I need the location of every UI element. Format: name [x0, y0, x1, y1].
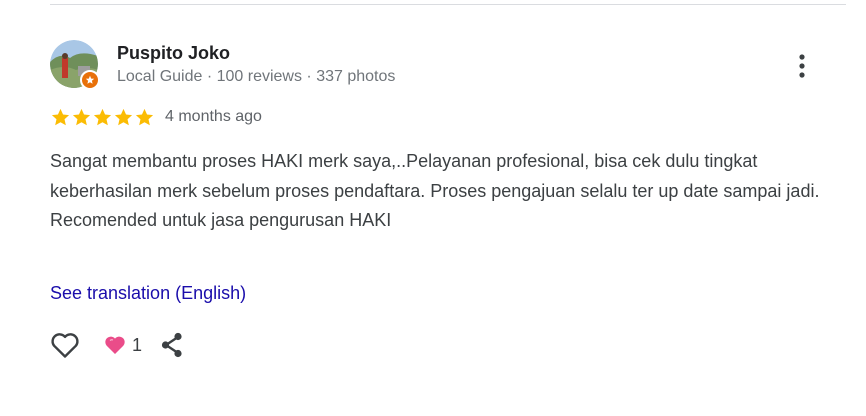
review-actions: 1 — [50, 330, 186, 360]
share-button[interactable] — [158, 330, 186, 360]
reviewer-name[interactable]: Puspito Joko — [117, 42, 230, 64]
heart-outline-icon — [51, 333, 79, 358]
review-text: Sangat membantu proses HAKI merk saya,..… — [50, 147, 820, 236]
top-divider — [50, 4, 846, 5]
star-icon — [72, 108, 91, 125]
reaction-count: 1 — [132, 334, 143, 355]
like-button[interactable] — [50, 330, 82, 360]
star-icon — [51, 108, 70, 125]
star-icon — [114, 108, 133, 125]
review-card: Puspito Joko Local Guide · 100 reviews ·… — [50, 40, 846, 400]
more-options-button[interactable] — [788, 48, 816, 84]
review-date: 4 months ago — [165, 108, 262, 125]
rating-row: 4 months ago — [50, 106, 262, 128]
reviewer-meta[interactable]: Local Guide · 100 reviews · 337 photos — [117, 67, 395, 87]
more-vert-icon — [799, 54, 805, 78]
share-icon — [161, 332, 182, 358]
star-rating — [50, 107, 155, 128]
local-guide-badge-icon — [80, 70, 100, 90]
see-translation-link[interactable]: See translation (English) — [50, 282, 246, 304]
star-icon — [135, 108, 154, 125]
review-text-line: Recomended untuk jasa pengurusan HAKI — [50, 210, 392, 230]
reviewer-avatar[interactable] — [50, 40, 100, 90]
heart-filled-icon — [105, 336, 125, 354]
review-text-line: Sangat membantu proses HAKI merk saya,..… — [50, 151, 820, 201]
star-icon — [93, 108, 112, 125]
reaction-summary[interactable]: 1 — [104, 335, 142, 356]
